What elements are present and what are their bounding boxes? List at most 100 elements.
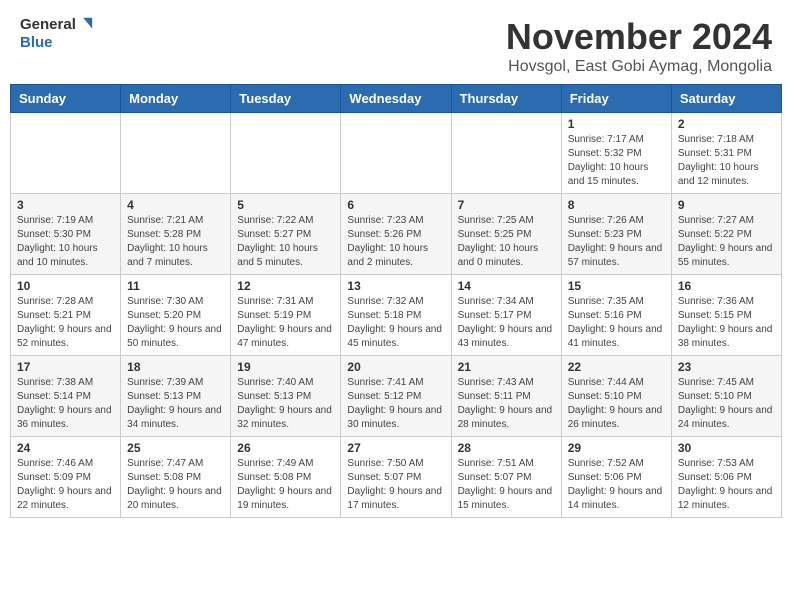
day-info: Sunrise: 7:27 AM Sunset: 5:22 PM Dayligh… [678, 214, 775, 270]
table-row: 10 Sunrise: 7:28 AM Sunset: 5:21 PM Dayli… [11, 275, 782, 356]
day-info: Sunrise: 7:25 AM Sunset: 5:25 PM Dayligh… [458, 214, 555, 270]
day-number: 3 [17, 198, 114, 212]
calendar-cell: 28Sunrise: 7:51 AM Sunset: 5:07 PM Dayli… [451, 437, 561, 518]
col-monday: Monday [121, 85, 231, 113]
day-number: 1 [568, 117, 665, 131]
day-number: 13 [347, 279, 444, 293]
day-info: Sunrise: 7:23 AM Sunset: 5:26 PM Dayligh… [347, 214, 444, 270]
col-wednesday: Wednesday [341, 85, 451, 113]
calendar-cell: 23Sunrise: 7:45 AM Sunset: 5:10 PM Dayli… [671, 356, 781, 437]
day-number: 25 [127, 441, 224, 455]
calendar-cell [231, 113, 341, 194]
calendar: Sunday Monday Tuesday Wednesday Thursday… [10, 84, 782, 518]
calendar-cell [11, 113, 121, 194]
calendar-cell: 19Sunrise: 7:40 AM Sunset: 5:13 PM Dayli… [231, 356, 341, 437]
day-info: Sunrise: 7:53 AM Sunset: 5:06 PM Dayligh… [678, 457, 775, 513]
day-info: Sunrise: 7:43 AM Sunset: 5:11 PM Dayligh… [458, 376, 555, 432]
day-info: Sunrise: 7:38 AM Sunset: 5:14 PM Dayligh… [17, 376, 114, 432]
day-number: 9 [678, 198, 775, 212]
calendar-cell: 4 Sunrise: 7:21 AM Sunset: 5:28 PM Daylig… [121, 194, 231, 275]
col-saturday: Saturday [671, 85, 781, 113]
day-number: 22 [568, 360, 665, 374]
calendar-cell: 5 Sunrise: 7:22 AM Sunset: 5:27 PM Daylig… [231, 194, 341, 275]
day-number: 10 [17, 279, 114, 293]
day-number: 27 [347, 441, 444, 455]
calendar-cell: 6 Sunrise: 7:23 AM Sunset: 5:26 PM Daylig… [341, 194, 451, 275]
calendar-cell [451, 113, 561, 194]
day-info: Sunrise: 7:46 AM Sunset: 5:09 PM Dayligh… [17, 457, 114, 513]
day-info: Sunrise: 7:17 AM Sunset: 5:32 PM Dayligh… [568, 133, 665, 189]
day-info: Sunrise: 7:32 AM Sunset: 5:18 PM Dayligh… [347, 295, 444, 351]
calendar-cell: 30Sunrise: 7:53 AM Sunset: 5:06 PM Dayli… [671, 437, 781, 518]
calendar-cell: 9 Sunrise: 7:27 AM Sunset: 5:22 PM Daylig… [671, 194, 781, 275]
subtitle: Hovsgol, East Gobi Aymag, Mongolia [506, 58, 772, 76]
day-info: Sunrise: 7:34 AM Sunset: 5:17 PM Dayligh… [458, 295, 555, 351]
day-number: 2 [678, 117, 775, 131]
calendar-cell: 7 Sunrise: 7:25 AM Sunset: 5:25 PM Daylig… [451, 194, 561, 275]
day-info: Sunrise: 7:35 AM Sunset: 5:16 PM Dayligh… [568, 295, 665, 351]
day-info: Sunrise: 7:21 AM Sunset: 5:28 PM Dayligh… [127, 214, 224, 270]
day-number: 4 [127, 198, 224, 212]
calendar-cell: 15Sunrise: 7:35 AM Sunset: 5:16 PM Dayli… [561, 275, 671, 356]
col-thursday: Thursday [451, 85, 561, 113]
day-info: Sunrise: 7:28 AM Sunset: 5:21 PM Dayligh… [17, 295, 114, 351]
day-number: 26 [237, 441, 334, 455]
calendar-cell: 29 Sunrise: 7:52 AM Sunset: 5:06 PM Dayli… [561, 437, 671, 518]
day-info: Sunrise: 7:47 AM Sunset: 5:08 PM Dayligh… [127, 457, 224, 513]
day-number: 24 [17, 441, 114, 455]
day-number: 11 [127, 279, 224, 293]
day-number: 12 [237, 279, 334, 293]
col-sunday: Sunday [11, 85, 121, 113]
calendar-wrapper: Sunday Monday Tuesday Wednesday Thursday… [0, 84, 792, 528]
table-row: 17 Sunrise: 7:38 AM Sunset: 5:14 PM Dayli… [11, 356, 782, 437]
day-number: 28 [458, 441, 555, 455]
calendar-cell: 25 Sunrise: 7:47 AM Sunset: 5:08 PM Dayli… [121, 437, 231, 518]
day-info: Sunrise: 7:26 AM Sunset: 5:23 PM Dayligh… [568, 214, 665, 270]
calendar-cell [341, 113, 451, 194]
calendar-cell: 18 Sunrise: 7:39 AM Sunset: 5:13 PM Dayli… [121, 356, 231, 437]
day-number: 5 [237, 198, 334, 212]
day-number: 16 [678, 279, 775, 293]
calendar-cell: 1 Sunrise: 7:17 AM Sunset: 5:32 PM Daylig… [561, 113, 671, 194]
calendar-cell: 27 Sunrise: 7:50 AM Sunset: 5:07 PM Dayli… [341, 437, 451, 518]
calendar-cell: 21 Sunrise: 7:43 AM Sunset: 5:11 PM Dayli… [451, 356, 561, 437]
day-info: Sunrise: 7:49 AM Sunset: 5:08 PM Dayligh… [237, 457, 334, 513]
day-info: Sunrise: 7:22 AM Sunset: 5:27 PM Dayligh… [237, 214, 334, 270]
day-number: 17 [17, 360, 114, 374]
day-number: 7 [458, 198, 555, 212]
day-number: 14 [458, 279, 555, 293]
calendar-cell: 10 Sunrise: 7:28 AM Sunset: 5:21 PM Dayli… [11, 275, 121, 356]
day-info: Sunrise: 7:19 AM Sunset: 5:30 PM Dayligh… [17, 214, 114, 270]
logo-text: General Blue [20, 16, 94, 52]
col-friday: Friday [561, 85, 671, 113]
calendar-cell: 16 Sunrise: 7:36 AM Sunset: 5:15 PM Dayli… [671, 275, 781, 356]
day-info: Sunrise: 7:18 AM Sunset: 5:31 PM Dayligh… [678, 133, 775, 189]
header-row: Sunday Monday Tuesday Wednesday Thursday… [11, 85, 782, 113]
calendar-cell: 17 Sunrise: 7:38 AM Sunset: 5:14 PM Dayli… [11, 356, 121, 437]
calendar-cell: 22 Sunrise: 7:44 AM Sunset: 5:10 PM Dayli… [561, 356, 671, 437]
table-row: 3 Sunrise: 7:19 AM Sunset: 5:30 PM Daylig… [11, 194, 782, 275]
day-info: Sunrise: 7:36 AM Sunset: 5:15 PM Dayligh… [678, 295, 775, 351]
day-info: Sunrise: 7:44 AM Sunset: 5:10 PM Dayligh… [568, 376, 665, 432]
calendar-cell: 2 Sunrise: 7:18 AM Sunset: 5:31 PM Daylig… [671, 113, 781, 194]
table-row: 1 Sunrise: 7:17 AM Sunset: 5:32 PM Daylig… [11, 113, 782, 194]
logo: General Blue [20, 16, 94, 52]
day-number: 6 [347, 198, 444, 212]
calendar-cell: 26 Sunrise: 7:49 AM Sunset: 5:08 PM Dayli… [231, 437, 341, 518]
day-info: Sunrise: 7:39 AM Sunset: 5:13 PM Dayligh… [127, 376, 224, 432]
table-row: 24 Sunrise: 7:46 AM Sunset: 5:09 PM Dayli… [11, 437, 782, 518]
title-area: November 2024 Hovsgol, East Gobi Aymag, … [506, 16, 772, 76]
calendar-cell: 14 Sunrise: 7:34 AM Sunset: 5:17 PM Dayli… [451, 275, 561, 356]
day-info: Sunrise: 7:45 AM Sunset: 5:10 PM Dayligh… [678, 376, 775, 432]
calendar-cell: 3 Sunrise: 7:19 AM Sunset: 5:30 PM Daylig… [11, 194, 121, 275]
day-info: Sunrise: 7:50 AM Sunset: 5:07 PM Dayligh… [347, 457, 444, 513]
calendar-cell: 13 Sunrise: 7:32 AM Sunset: 5:18 PM Dayli… [341, 275, 451, 356]
calendar-cell: 20Sunrise: 7:41 AM Sunset: 5:12 PM Dayli… [341, 356, 451, 437]
day-info: Sunrise: 7:52 AM Sunset: 5:06 PM Dayligh… [568, 457, 665, 513]
day-number: 29 [568, 441, 665, 455]
day-number: 18 [127, 360, 224, 374]
day-number: 20 [347, 360, 444, 374]
day-number: 21 [458, 360, 555, 374]
day-number: 19 [237, 360, 334, 374]
calendar-cell: 11Sunrise: 7:30 AM Sunset: 5:20 PM Dayli… [121, 275, 231, 356]
